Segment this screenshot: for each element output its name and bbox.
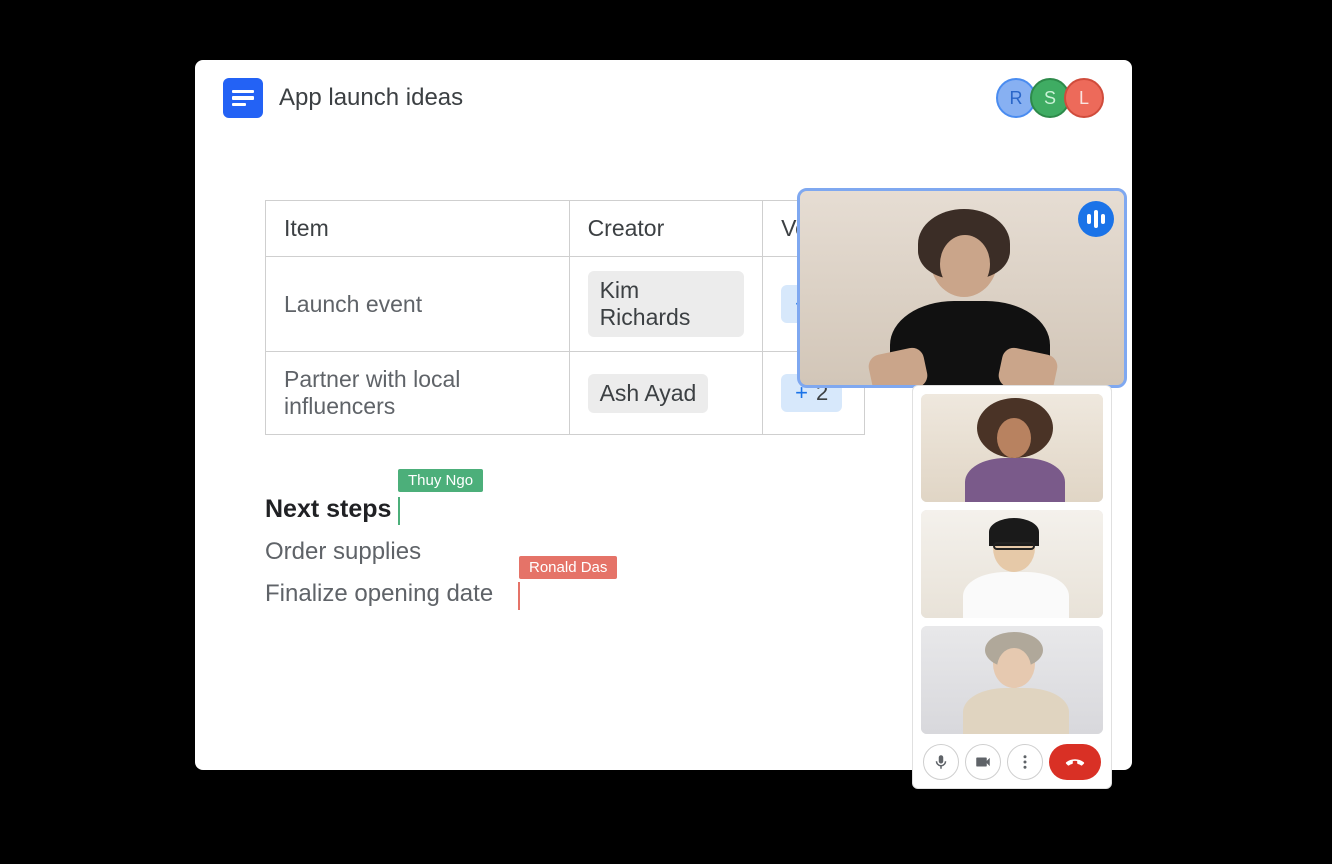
collaborator-avatars: R S L [1002,78,1104,118]
docs-app-icon[interactable] [223,78,263,118]
document-title[interactable]: App launch ideas [279,84,986,112]
presence-cursor-label: Thuy Ngo [398,469,483,492]
column-header-item: Item [266,201,570,257]
app-header: App launch ideas R S L [195,60,1132,130]
column-header-creator: Creator [569,201,763,257]
hangup-icon [1064,751,1086,773]
docs-window: App launch ideas R S L Item Creator Vote… [195,60,1132,770]
participant-video [800,191,1124,385]
hangup-button[interactable] [1049,744,1101,780]
more-icon [1016,753,1034,771]
creator-chip[interactable]: Ash Ayad [588,374,709,413]
meet-video-panel[interactable] [912,385,1112,789]
mic-icon [932,753,950,771]
meet-participant-tile[interactable] [921,510,1103,618]
table-row[interactable]: Launch event Kim Richards +4 [266,257,865,352]
more-options-button[interactable] [1007,744,1043,780]
cell-item[interactable]: Partner with local influencers [266,352,570,435]
next-step-item[interactable]: Order supplies [265,538,421,566]
presence-cursor [518,582,520,610]
cell-creator[interactable]: Kim Richards [569,257,763,352]
ideas-table[interactable]: Item Creator Votes Launch event Kim Rich… [265,200,865,435]
creator-chip[interactable]: Kim Richards [588,271,745,337]
table-header-row: Item Creator Votes [266,201,865,257]
mic-button[interactable] [923,744,959,780]
next-step-item[interactable]: Finalize opening date [265,580,493,608]
meet-call-controls [921,742,1103,780]
meet-participant-tile[interactable] [921,626,1103,734]
camera-icon [974,753,992,771]
cell-item[interactable]: Launch event [266,257,570,352]
presence-cursor-label: Ronald Das [519,556,617,579]
collaborator-avatar[interactable]: L [1064,78,1104,118]
next-steps-heading[interactable]: Next steps [265,495,391,524]
meet-active-speaker-tile[interactable] [797,188,1127,388]
speaking-indicator-icon [1078,201,1114,237]
camera-button[interactable] [965,744,1001,780]
table-row[interactable]: Partner with local influencers Ash Ayad … [266,352,865,435]
cell-creator[interactable]: Ash Ayad [569,352,763,435]
meet-participant-tile[interactable] [921,394,1103,502]
presence-cursor [398,497,400,525]
